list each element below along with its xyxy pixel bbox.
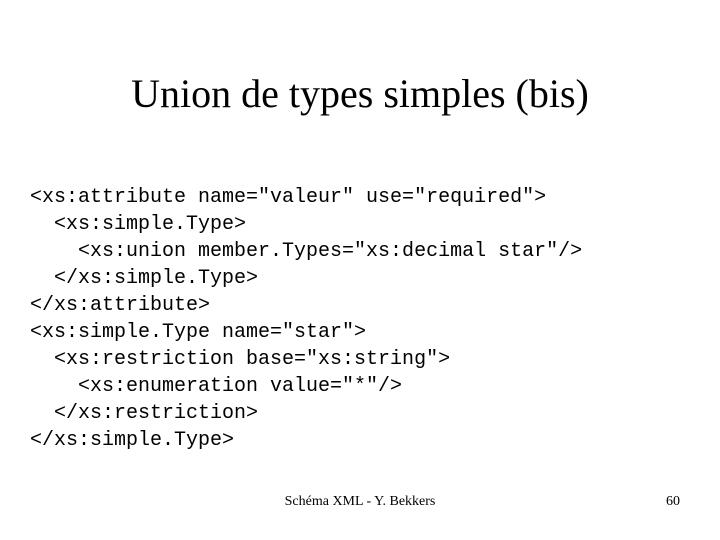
footer-text: Schéma XML - Y. Bekkers xyxy=(0,494,720,510)
code-line: <xs:attribute name="valeur" use="require… xyxy=(30,186,546,209)
code-line: </xs:attribute> xyxy=(30,294,210,317)
code-line: <xs:simple.Type> xyxy=(30,213,246,236)
code-line: <xs:union member.Types="xs:decimal star"… xyxy=(30,240,582,263)
page-number: 60 xyxy=(666,494,680,510)
code-line: </xs:restriction> xyxy=(30,402,258,425)
code-line: <xs:enumeration value="*"/> xyxy=(30,375,402,398)
slide: Union de types simples (bis) <xs:attribu… xyxy=(0,0,720,540)
code-line: <xs:simple.Type name="star"> xyxy=(30,321,366,344)
code-line: </xs:simple.Type> xyxy=(30,429,234,452)
code-line: </xs:simple.Type> xyxy=(30,267,258,290)
code-block: <xs:attribute name="valeur" use="require… xyxy=(30,157,680,481)
slide-title: Union de types simples (bis) xyxy=(40,70,680,117)
code-line: <xs:restriction base="xs:string"> xyxy=(30,348,450,371)
